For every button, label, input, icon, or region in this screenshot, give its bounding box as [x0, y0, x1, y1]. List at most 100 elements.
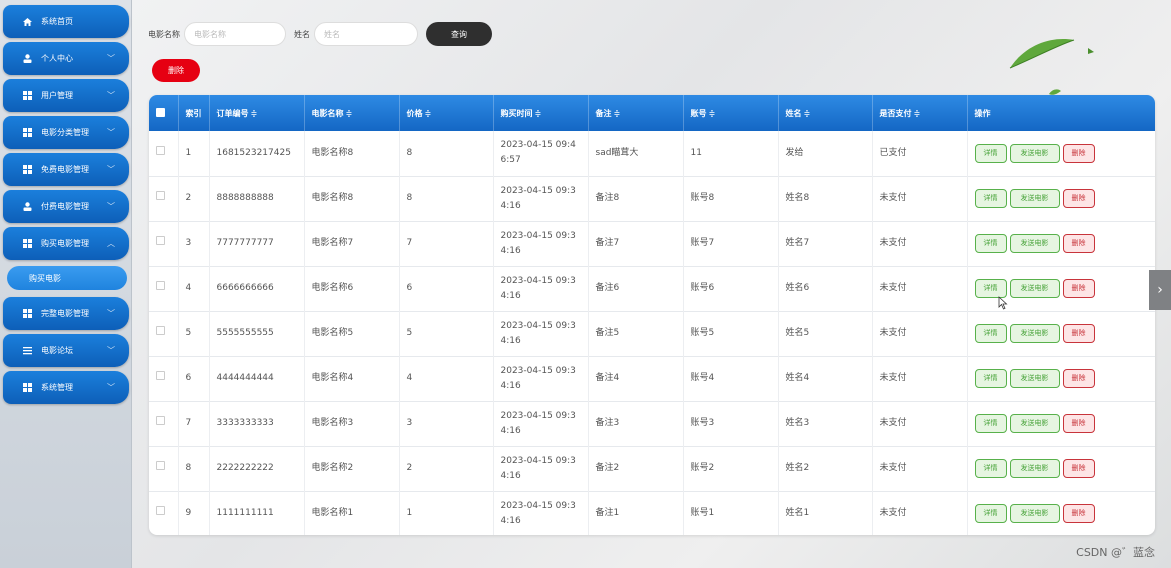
delete-button[interactable]: 删除 — [1062, 143, 1095, 163]
cell-index: 8 — [178, 446, 210, 491]
cell-remark: 备注2 — [588, 446, 684, 491]
sort-icon[interactable]: ≑ — [535, 109, 542, 118]
chevron-icon: ﹀ — [107, 91, 115, 100]
cell-account: 账号1 — [683, 491, 779, 535]
col-order-number[interactable]: 订单编号 ≑ — [209, 95, 305, 131]
row-checkbox[interactable] — [149, 131, 179, 176]
action-buttons: 详情 发送电影 删除 — [974, 369, 1155, 388]
sidebar-item-label: 用户管理 — [41, 91, 73, 100]
sidebar-item[interactable]: 付费电影管理 ﹀ — [3, 190, 129, 223]
col-name[interactable]: 姓名 ≑ — [778, 95, 873, 131]
scroll-right-handle[interactable]: › — [1149, 270, 1171, 310]
chevron-icon: ﹀ — [107, 165, 115, 174]
batch-delete-button[interactable]: 删除 — [152, 59, 200, 82]
name-input[interactable] — [314, 22, 418, 46]
movie-name-label: 电影名称 — [148, 29, 180, 39]
cell-remark: 备注4 — [588, 356, 684, 401]
detail-button[interactable]: 详情 — [974, 234, 1007, 253]
sort-icon[interactable]: ≑ — [425, 109, 432, 118]
col-purchase-time[interactable]: 购买时间 ≑ — [493, 95, 589, 131]
sidebar-item[interactable]: 免费电影管理 ﹀ — [3, 153, 129, 186]
row-checkbox[interactable] — [149, 491, 179, 535]
sidebar-item-label: 电影论坛 — [41, 346, 73, 355]
detail-button[interactable]: 详情 — [974, 459, 1007, 478]
cell-name: 姓名8 — [778, 176, 873, 221]
col-paid[interactable]: 是否支付 ≑ — [872, 95, 968, 131]
send-movie-button[interactable]: 发送电影 — [1009, 234, 1060, 253]
detail-button[interactable]: 详情 — [974, 369, 1007, 388]
delete-button[interactable]: 删除 — [1062, 369, 1095, 388]
delete-button[interactable]: 删除 — [1062, 189, 1095, 208]
col-price[interactable]: 价格 ≑ — [399, 95, 494, 131]
cell-paid: 未支付 — [872, 311, 968, 356]
action-buttons: 详情 发送电影 删除 — [974, 189, 1155, 208]
send-movie-button[interactable]: 发送电影 — [1009, 459, 1060, 478]
sidebar-item[interactable]: 电影论坛 ﹀ — [3, 334, 129, 367]
detail-button[interactable]: 详情 — [974, 189, 1007, 208]
delete-button[interactable]: 删除 — [1062, 459, 1095, 478]
row-checkbox[interactable] — [149, 401, 179, 446]
send-movie-button[interactable]: 发送电影 — [1009, 369, 1060, 388]
sort-icon[interactable]: ≑ — [804, 109, 811, 118]
sidebar-item[interactable]: 用户管理 ﹀ — [3, 79, 129, 112]
detail-button[interactable]: 详情 — [974, 143, 1007, 163]
sidebar-item-label: 个人中心 — [41, 54, 73, 63]
sidebar-item[interactable]: 系统管理 ﹀ — [3, 371, 129, 404]
send-movie-button[interactable]: 发送电影 — [1009, 414, 1060, 433]
sort-icon[interactable]: ≑ — [709, 109, 716, 118]
cell-movie: 电影名称1 — [304, 491, 400, 535]
table-row: 7 3333333333 电影名称3 3 2023-04-15 09:34:16 备注3 账… — [149, 401, 1155, 446]
query-button[interactable]: 查询 — [426, 22, 492, 46]
cell-account: 账号4 — [683, 356, 779, 401]
send-movie-button[interactable]: 发送电影 — [1009, 279, 1060, 298]
row-checkbox[interactable] — [149, 266, 179, 311]
row-checkbox[interactable] — [149, 221, 179, 266]
cell-index: 9 — [178, 491, 210, 535]
delete-button[interactable]: 删除 — [1062, 414, 1095, 433]
sidebar-item[interactable]: 完整电影管理 ﹀ — [3, 297, 129, 330]
send-movie-button[interactable]: 发送电影 — [1009, 504, 1060, 523]
col-account[interactable]: 账号 ≑ — [683, 95, 779, 131]
sort-icon[interactable]: ≑ — [614, 109, 621, 118]
sidebar-item[interactable]: 个人中心 ﹀ — [3, 42, 129, 75]
delete-button[interactable]: 删除 — [1062, 279, 1095, 298]
sort-icon[interactable]: ≑ — [251, 109, 258, 118]
send-movie-button[interactable]: 发送电影 — [1009, 324, 1060, 343]
detail-button[interactable]: 详情 — [974, 414, 1007, 433]
sidebar-item-label: 付费电影管理 — [41, 202, 89, 211]
detail-button[interactable]: 详情 — [974, 324, 1007, 343]
sidebar-subitem-purchase-movie[interactable]: 购买电影 — [7, 266, 127, 290]
send-movie-button[interactable]: 发送电影 — [1009, 143, 1060, 163]
detail-button[interactable]: 详情 — [974, 504, 1007, 523]
sort-icon[interactable]: ≑ — [914, 109, 921, 118]
sort-icon[interactable]: ≑ — [346, 109, 353, 118]
cell-index: 2 — [178, 176, 210, 221]
cell-paid: 未支付 — [872, 266, 968, 311]
row-checkbox[interactable] — [149, 356, 179, 401]
movie-name-input[interactable] — [184, 22, 286, 46]
home-icon — [21, 17, 33, 27]
cell-time: 2023-04-15 09:34:16 — [493, 446, 589, 491]
cell-name: 姓名4 — [778, 356, 873, 401]
row-checkbox[interactable] — [149, 311, 179, 356]
select-all-checkbox[interactable] — [149, 95, 179, 131]
row-checkbox[interactable] — [149, 446, 179, 491]
col-movie-name[interactable]: 电影名称 ≑ — [304, 95, 400, 131]
sidebar-item[interactable]: 购买电影管理 ︿ — [3, 227, 129, 260]
chevron-icon: ﹀ — [107, 309, 115, 318]
cell-remark: 备注5 — [588, 311, 684, 356]
delete-button[interactable]: 删除 — [1062, 504, 1095, 523]
send-movie-button[interactable]: 发送电影 — [1009, 189, 1060, 208]
col-remark[interactable]: 备注 ≑ — [588, 95, 684, 131]
sidebar-item[interactable]: 电影分类管理 ﹀ — [3, 116, 129, 149]
cell-account: 11 — [683, 131, 779, 176]
row-checkbox[interactable] — [149, 176, 179, 221]
delete-button[interactable]: 删除 — [1062, 324, 1095, 343]
mouse-cursor-icon — [998, 296, 1008, 310]
sidebar-item-label: 系统管理 — [41, 383, 73, 392]
cell-index: 4 — [178, 266, 210, 311]
delete-button[interactable]: 删除 — [1062, 234, 1095, 253]
cell-price: 1 — [399, 491, 494, 535]
sidebar-item[interactable]: 系统首页 — [3, 5, 129, 38]
cell-actions: 详情 发送电影 删除 — [967, 266, 1155, 311]
